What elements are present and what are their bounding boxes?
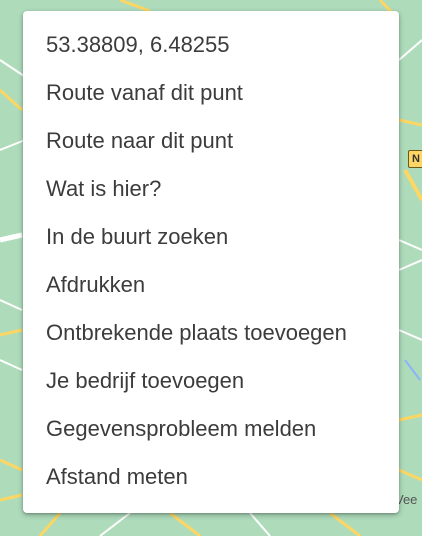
menu-item-add-business[interactable]: Je bedrijf toevoegen [23, 357, 399, 405]
menu-item-coordinates[interactable]: 53.38809, 6.48255 [23, 21, 399, 69]
road-sign: N [408, 150, 422, 168]
menu-item-print[interactable]: Afdrukken [23, 261, 399, 309]
menu-item-directions-from[interactable]: Route vanaf dit punt [23, 69, 399, 117]
menu-item-report-data-problem[interactable]: Gegevensprobleem melden [23, 405, 399, 453]
menu-item-add-missing-place[interactable]: Ontbrekende plaats toevoegen [23, 309, 399, 357]
context-menu: 53.38809, 6.48255 Route vanaf dit punt R… [23, 11, 399, 513]
menu-item-whats-here[interactable]: Wat is hier? [23, 165, 399, 213]
menu-item-search-nearby[interactable]: In de buurt zoeken [23, 213, 399, 261]
menu-item-measure-distance[interactable]: Afstand meten [23, 453, 399, 501]
menu-item-directions-to[interactable]: Route naar dit punt [23, 117, 399, 165]
